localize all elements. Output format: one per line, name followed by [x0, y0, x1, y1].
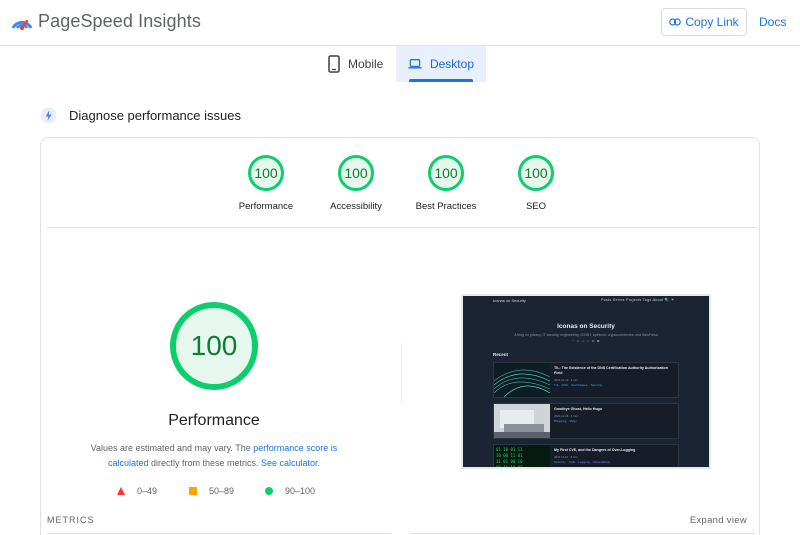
legend-range: 50–89: [209, 486, 235, 496]
laptop-icon: [408, 59, 422, 69]
svg-text:01 10 01 11: 01 10 01 11: [496, 447, 523, 452]
category-label: Performance: [238, 201, 294, 212]
description-text: directly from these metrics.: [148, 458, 261, 468]
metrics-label: METRICS: [47, 515, 95, 525]
column-divider: [401, 343, 402, 403]
screenshot-hero-subtitle: A blog on privacy, IT security, engineer…: [514, 333, 658, 337]
section-title: Diagnose performance issues: [69, 108, 241, 123]
diagnose-section-header: Diagnose performance issues: [40, 107, 241, 124]
link-icon: [669, 18, 682, 26]
svg-text:00 11 10 01: 00 11 10 01: [496, 465, 523, 469]
mobile-phone-icon: [328, 55, 340, 73]
red-triangle-icon: [117, 487, 125, 495]
category-label: Best Practices: [415, 201, 477, 212]
lab-data-icon: [40, 107, 57, 124]
screenshot-menu: Posts Series Projects Tags About 🔍 ☀: [601, 298, 675, 302]
score-ring: 100: [247, 154, 285, 192]
app-header: PageSpeed Insights Copy Link Docs: [0, 0, 800, 46]
svg-text:11 01 00 10: 11 01 00 10: [496, 459, 523, 464]
legend-item-average: 50–89: [189, 486, 265, 496]
screenshot-post-card: 01 10 01 11 10 00 11 01 11 01 00 10 00 1…: [493, 444, 679, 469]
legend-range: 90–100: [285, 486, 316, 496]
post-meta: 2023-01-10 · 3 min: [554, 378, 578, 382]
post-tags: Blogging · Hugo: [554, 419, 578, 423]
report-card: 100 Performance 100 Accessibility 100 Be…: [40, 137, 760, 535]
performance-score-gauge: 100: [169, 301, 259, 391]
category-label: SEO: [525, 201, 547, 212]
app-title: PageSpeed Insights: [38, 11, 201, 31]
post-title: My First CVE, and the Dangers of Over-Lo…: [554, 448, 636, 452]
category-score: 100: [344, 165, 368, 181]
docs-link[interactable]: Docs: [759, 15, 786, 29]
post-title: TIL: The Existence of the DNS Certificat…: [554, 366, 668, 375]
metrics-divider: [411, 533, 755, 534]
score-legend: 0–49 50–89 90–100: [117, 486, 315, 496]
legend-range: 0–49: [137, 486, 158, 496]
post-meta: 2022-11-10 · 6 min: [554, 455, 578, 459]
metrics-divider: [47, 533, 391, 534]
score-ring: 100: [517, 154, 555, 192]
pagespeed-logo-icon: [11, 19, 33, 30]
gauges-divider: [47, 227, 755, 228]
svg-text:10 00 11 01: 10 00 11 01: [496, 453, 523, 458]
category-gauge-accessibility[interactable]: 100 Accessibility: [316, 154, 396, 212]
post-thumbnail-image: [494, 404, 550, 438]
description-text: Values are estimated and may vary. The: [90, 443, 254, 453]
screenshot-nav: Iconas on Security Posts Series Projects…: [463, 296, 709, 306]
category-gauge-best-practices[interactable]: 100 Best Practices: [406, 154, 486, 212]
orange-square-icon: [189, 487, 197, 495]
device-tabs: Mobile Desktop: [312, 46, 486, 82]
category-label: Accessibility: [330, 201, 382, 212]
legend-item-fail: 0–49: [117, 486, 189, 496]
post-thumbnail-image: 01 10 01 11 10 00 11 01 11 01 00 10 00 1…: [494, 445, 550, 469]
screenshot-hero-title: Iconas on Security: [557, 323, 615, 330]
screenshot-post-card: TIL: The Existence of the DNS Certificat…: [493, 362, 679, 398]
post-tags: TIL · DNS · Certificates · Security: [554, 383, 603, 387]
tab-mobile[interactable]: Mobile: [312, 46, 396, 82]
performance-description: Values are estimated and may vary. The p…: [73, 441, 355, 471]
screenshot-recent-label: Recent: [493, 352, 509, 357]
performance-score: 100: [190, 330, 238, 361]
category-score: 100: [254, 165, 278, 181]
score-ring: 100: [427, 154, 465, 192]
see-calculator-link[interactable]: See calculator.: [261, 458, 320, 468]
tab-desktop[interactable]: Desktop: [396, 46, 486, 82]
screenshot-social-icons: ◔ ◕ ◖ ◗ ◘ ◙: [571, 339, 601, 343]
green-circle-icon: [265, 487, 273, 495]
performance-title: Performance: [168, 412, 260, 429]
post-meta: 2022-12-08 · 4 min: [554, 414, 578, 418]
expand-view-toggle[interactable]: Expand view: [690, 515, 747, 526]
copy-link-label: Copy Link: [685, 15, 739, 29]
score-ring: 100: [337, 154, 375, 192]
post-title: Goodbye Ghost, Hello Hugo: [554, 407, 602, 411]
tab-mobile-label: Mobile: [348, 57, 384, 71]
post-thumbnail-image: [494, 363, 550, 397]
category-gauges: 100 Performance 100 Accessibility 100 Be…: [41, 138, 761, 228]
legend-item-pass: 90–100: [265, 486, 315, 496]
screenshot-brand: Iconas on Security: [493, 298, 526, 303]
screenshot-post-card: Goodbye Ghost, Hello Hugo 2022-12-08 · 4…: [493, 403, 679, 439]
category-score: 100: [434, 165, 458, 181]
category-gauge-performance[interactable]: 100 Performance: [226, 154, 306, 212]
final-screenshot: Iconas on Security Posts Series Projects…: [461, 294, 711, 469]
category-gauge-seo[interactable]: 100 SEO: [496, 154, 576, 212]
post-tags: Security · CVE · Logging · Vulnerability: [554, 460, 611, 464]
tab-desktop-label: Desktop: [429, 57, 474, 71]
copy-link-button[interactable]: Copy Link: [661, 8, 747, 36]
category-score: 100: [524, 165, 548, 181]
